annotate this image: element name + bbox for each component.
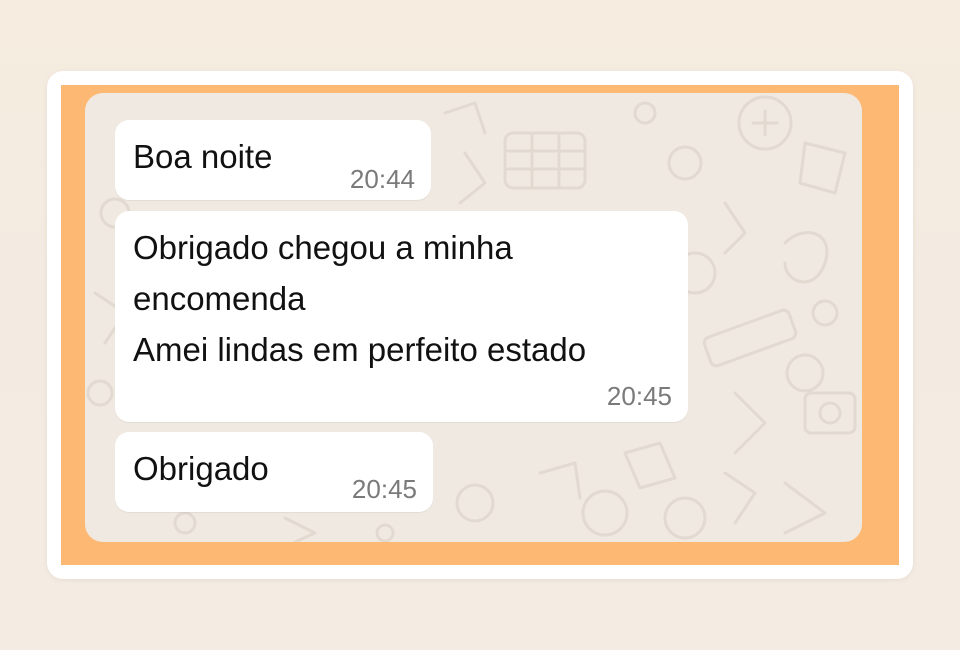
message-bubble[interactable]: Obrigado 20:45 <box>115 432 433 512</box>
message-line: Boa noite <box>133 138 273 175</box>
chat-area[interactable]: Boa noite 20:44 Obrigado chegou a minha … <box>85 93 862 542</box>
message-bubble[interactable]: Boa noite 20:44 <box>115 120 431 200</box>
message-text: Obrigado <box>133 443 269 494</box>
message-line: Amei lindas em perfeito estado <box>133 331 587 368</box>
message-timestamp: 20:45 <box>351 474 417 504</box>
message-text: Boa noite <box>133 131 272 182</box>
screenshot-card: Boa noite 20:44 Obrigado chegou a minha … <box>47 71 913 579</box>
message-bubble[interactable]: Obrigado chegou a minha encomenda Amei l… <box>115 211 688 422</box>
message-timestamp: 20:45 <box>606 381 672 411</box>
message-line: Obrigado <box>133 450 269 487</box>
message-line: encomenda <box>133 280 306 317</box>
message-timestamp: 20:44 <box>349 164 415 194</box>
message-line: Obrigado chegou a minha <box>133 229 513 266</box>
orange-frame: Boa noite 20:44 Obrigado chegou a minha … <box>61 85 899 565</box>
message-text: Obrigado chegou a minha encomenda Amei l… <box>133 222 586 375</box>
